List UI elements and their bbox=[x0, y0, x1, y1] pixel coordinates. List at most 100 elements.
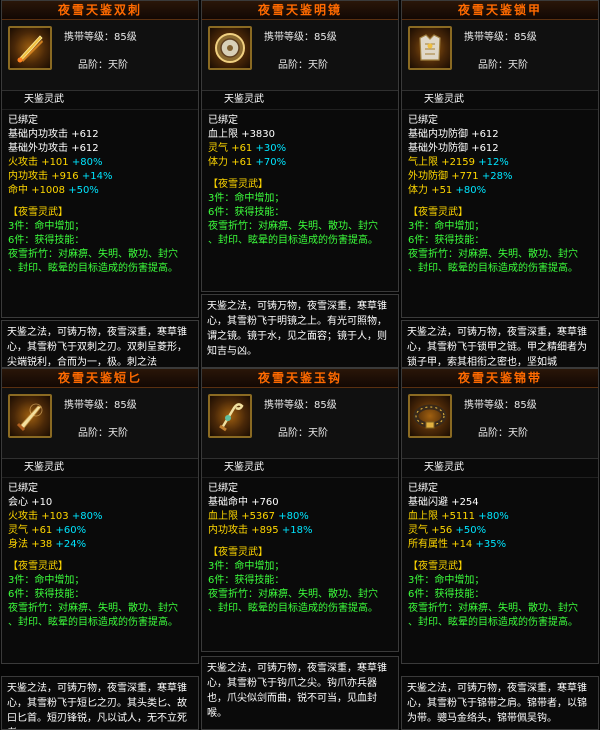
item-card-chain-armor: 夜雪天鉴锁甲 携带等级：85级 品阶：天阶 天鉴灵武 已绑定 基础内功防御 +6… bbox=[401, 0, 599, 318]
stat-line: 血上限 +5367 +80% bbox=[208, 511, 309, 522]
set-line: 3件：命中增加； bbox=[208, 561, 285, 572]
stat-line: 基础内功攻击 +612 bbox=[8, 129, 99, 140]
item-title: 夜雪天鉴双刺 bbox=[2, 1, 198, 20]
bound-status: 已绑定 bbox=[208, 115, 238, 126]
bound-status: 已绑定 bbox=[408, 115, 438, 126]
item-title: 夜雪天鉴短匕 bbox=[2, 369, 198, 388]
item-card-brocade-belt: 夜雪天鉴锦带 携带等级：85级 品阶：天阶 天鉴灵武 已绑定 基础闪避 +254… bbox=[401, 368, 599, 664]
set-line: 6件：获得技能： bbox=[8, 589, 85, 600]
item-description: 天鉴之法，可铸万物，夜雪深重，寒草锥心，其雪粉飞于锦带之肩。锦带者，以锦为带。骢… bbox=[401, 676, 599, 730]
item-card-short-dagger: 夜雪天鉴短匕 携带等级：85级 品阶：天阶 天鉴灵武 已绑定 会心 +10 火攻… bbox=[1, 368, 199, 664]
stat-line: 基础闪避 +254 bbox=[408, 497, 479, 508]
set-line: 、封印、眩晕的目标造成的伤害提高。 bbox=[408, 617, 578, 628]
set-line: 夜雪折竹：对麻痹、失明、散功、封穴 bbox=[8, 249, 178, 260]
item-grade: 品阶：天阶 bbox=[78, 60, 128, 71]
stat-line: 体力 +51 +80% bbox=[408, 185, 487, 196]
stat-line: 灵气 +61 +60% bbox=[8, 525, 87, 536]
item-description: 天鉴之法，可铸万物，夜雪深重，寒草锥心，其雪粉飞于锁甲之链。甲之精细者为锁子甲，… bbox=[401, 320, 599, 368]
item-title: 夜雪天鉴明镜 bbox=[202, 1, 398, 20]
set-bonus: 【夜雪灵武】 3件：命中增加； 6件：获得技能： 夜雪折竹：对麻痹、失明、散功、… bbox=[2, 552, 198, 630]
set-title: 【夜雪灵武】 bbox=[8, 561, 68, 572]
twin-daggers-icon[interactable] bbox=[8, 26, 52, 70]
item-card-twin-daggers: 夜雪天鉴双刺 携带等级：85级 品阶：天阶 天鉴灵武 已绑定 基础内功攻击 +6… bbox=[1, 0, 199, 318]
item-grade: 品阶：天阶 bbox=[478, 60, 528, 71]
stat-list: 已绑定 基础内功攻击 +612 基础外功攻击 +612 火攻击 +101 +80… bbox=[2, 110, 198, 198]
item-subtitle: 天鉴灵武 bbox=[2, 91, 198, 110]
bound-status: 已绑定 bbox=[408, 483, 438, 494]
item-grade: 品阶：天阶 bbox=[278, 60, 328, 71]
item-subtitle: 天鉴灵武 bbox=[402, 91, 598, 110]
short-dagger-icon[interactable] bbox=[8, 394, 52, 438]
set-line: 6件：获得技能： bbox=[208, 575, 285, 586]
jade-hook-icon[interactable] bbox=[208, 394, 252, 438]
item-grade: 品阶：天阶 bbox=[278, 428, 328, 439]
stat-list: 已绑定 基础闪避 +254 血上限 +5111 +80% 灵气 +56 +50%… bbox=[402, 478, 598, 552]
item-description: 天鉴之法，可铸万物，夜雪深重，寒草锥心，其雪粉飞于明镜之上。有光可照物，谓之镜。… bbox=[201, 294, 399, 368]
item-description: 天鉴之法，可铸万物，夜雪深重，寒草锥心，其雪粉飞于双刺之刃。双刺呈菱形，尖端锐利… bbox=[1, 320, 199, 368]
set-title: 【夜雪灵武】 bbox=[208, 547, 268, 558]
stat-line: 所有属性 +14 +35% bbox=[408, 539, 507, 550]
set-line: 6件：获得技能： bbox=[408, 589, 485, 600]
set-line: 6件：获得技能： bbox=[408, 235, 485, 246]
set-bonus: 【夜雪灵武】 3件：命中增加； 6件：获得技能： 夜雪折竹：对麻痹、失明、散功、… bbox=[202, 538, 398, 616]
carry-level: 携带等级：85级 bbox=[464, 32, 537, 43]
stat-line: 内功攻击 +895 +18% bbox=[208, 525, 313, 536]
item-title: 夜雪天鉴锦带 bbox=[402, 369, 598, 388]
set-line: 3件：命中增加； bbox=[8, 575, 85, 586]
stat-line: 基础外功攻击 +612 bbox=[8, 143, 99, 154]
stat-line: 基础内功防御 +612 bbox=[408, 129, 499, 140]
set-bonus: 【夜雪灵武】 3件：命中增加； 6件：获得技能： 夜雪折竹：对麻痹、失明、散功、… bbox=[202, 170, 398, 248]
item-header: 携带等级：85级 品阶：天阶 bbox=[202, 388, 398, 459]
carry-level: 携带等级：85级 bbox=[264, 32, 337, 43]
stat-line: 内功攻击 +916 +14% bbox=[8, 171, 113, 182]
chain-armor-icon[interactable] bbox=[408, 26, 452, 70]
stat-line: 基础命中 +760 bbox=[208, 497, 279, 508]
stat-line: 命中 +1008 +50% bbox=[8, 185, 99, 196]
set-line: 3件：命中增加； bbox=[408, 221, 485, 232]
item-card-bright-mirror: 夜雪天鉴明镜 携带等级：85级 品阶：天阶 天鉴灵武 已绑定 血上限 +3830… bbox=[201, 0, 399, 292]
set-line: 夜雪折竹：对麻痹、失明、散功、封穴 bbox=[408, 603, 578, 614]
item-grade: 品阶：天阶 bbox=[78, 428, 128, 439]
stat-line: 会心 +10 bbox=[8, 497, 53, 508]
set-line: 、封印、眩晕的目标造成的伤害提高。 bbox=[208, 235, 378, 246]
stat-list: 已绑定 血上限 +3830 灵气 +61 +30% 体力 +61 +70% bbox=[202, 110, 398, 170]
item-subtitle: 天鉴灵武 bbox=[202, 91, 398, 110]
item-description: 天鉴之法，可铸万物，夜雪深重，寒草锥心，其雪粉飞于钩爪之尖。钩爪亦兵器也，爪尖似… bbox=[201, 656, 399, 730]
stat-line: 血上限 +5111 +80% bbox=[408, 511, 509, 522]
set-line: 3件：命中增加； bbox=[208, 193, 285, 204]
set-line: 夜雪折竹：对麻痹、失明、散功、封穴 bbox=[408, 249, 578, 260]
set-line: 夜雪折竹：对麻痹、失明、散功、封穴 bbox=[208, 221, 378, 232]
stat-line: 火攻击 +101 +80% bbox=[8, 157, 103, 168]
set-line: 夜雪折竹：对麻痹、失明、散功、封穴 bbox=[8, 603, 178, 614]
set-title: 【夜雪灵武】 bbox=[408, 207, 468, 218]
bound-status: 已绑定 bbox=[208, 483, 238, 494]
set-bonus: 【夜雪灵武】 3件：命中增加； 6件：获得技能： 夜雪折竹：对麻痹、失明、散功、… bbox=[402, 198, 598, 276]
carry-level: 携带等级：85级 bbox=[64, 32, 137, 43]
set-line: 6件：获得技能： bbox=[208, 207, 285, 218]
set-line: 夜雪折竹：对麻痹、失明、散功、封穴 bbox=[208, 589, 378, 600]
bright-mirror-icon[interactable] bbox=[208, 26, 252, 70]
stat-line: 外功防御 +771 +28% bbox=[408, 171, 513, 182]
set-line: 6件：获得技能： bbox=[8, 235, 85, 246]
carry-level: 携带等级：85级 bbox=[464, 400, 537, 411]
stat-line: 血上限 +3830 bbox=[208, 129, 276, 140]
set-title: 【夜雪灵武】 bbox=[208, 179, 268, 190]
bound-status: 已绑定 bbox=[8, 115, 38, 126]
item-header: 携带等级：85级 品阶：天阶 bbox=[202, 20, 398, 91]
set-line: 、封印、眩晕的目标造成的伤害提高。 bbox=[8, 617, 178, 628]
stat-list: 已绑定 基础命中 +760 血上限 +5367 +80% 内功攻击 +895 +… bbox=[202, 478, 398, 538]
set-line: 3件：命中增加； bbox=[8, 221, 85, 232]
stat-line: 气上限 +2159 +12% bbox=[408, 157, 509, 168]
brocade-belt-icon[interactable] bbox=[408, 394, 452, 438]
item-header: 携带等级：85级 品阶：天阶 bbox=[402, 20, 598, 91]
set-bonus: 【夜雪灵武】 3件：命中增加； 6件：获得技能： 夜雪折竹：对麻痹、失明、散功、… bbox=[2, 198, 198, 276]
item-card-jade-hook: 夜雪天鉴玉钩 携带等级：85级 品阶：天阶 天鉴灵武 已绑定 基础命中 +760… bbox=[201, 368, 399, 652]
item-title: 夜雪天鉴锁甲 bbox=[402, 1, 598, 20]
stat-line: 体力 +61 +70% bbox=[208, 157, 287, 168]
item-header: 携带等级：85级 品阶：天阶 bbox=[402, 388, 598, 459]
stat-line: 基础外功防御 +612 bbox=[408, 143, 499, 154]
set-line: 、封印、眩晕的目标造成的伤害提高。 bbox=[408, 263, 578, 274]
stat-line: 身法 +38 +24% bbox=[8, 539, 87, 550]
item-title: 夜雪天鉴玉钩 bbox=[202, 369, 398, 388]
bound-status: 已绑定 bbox=[8, 483, 38, 494]
